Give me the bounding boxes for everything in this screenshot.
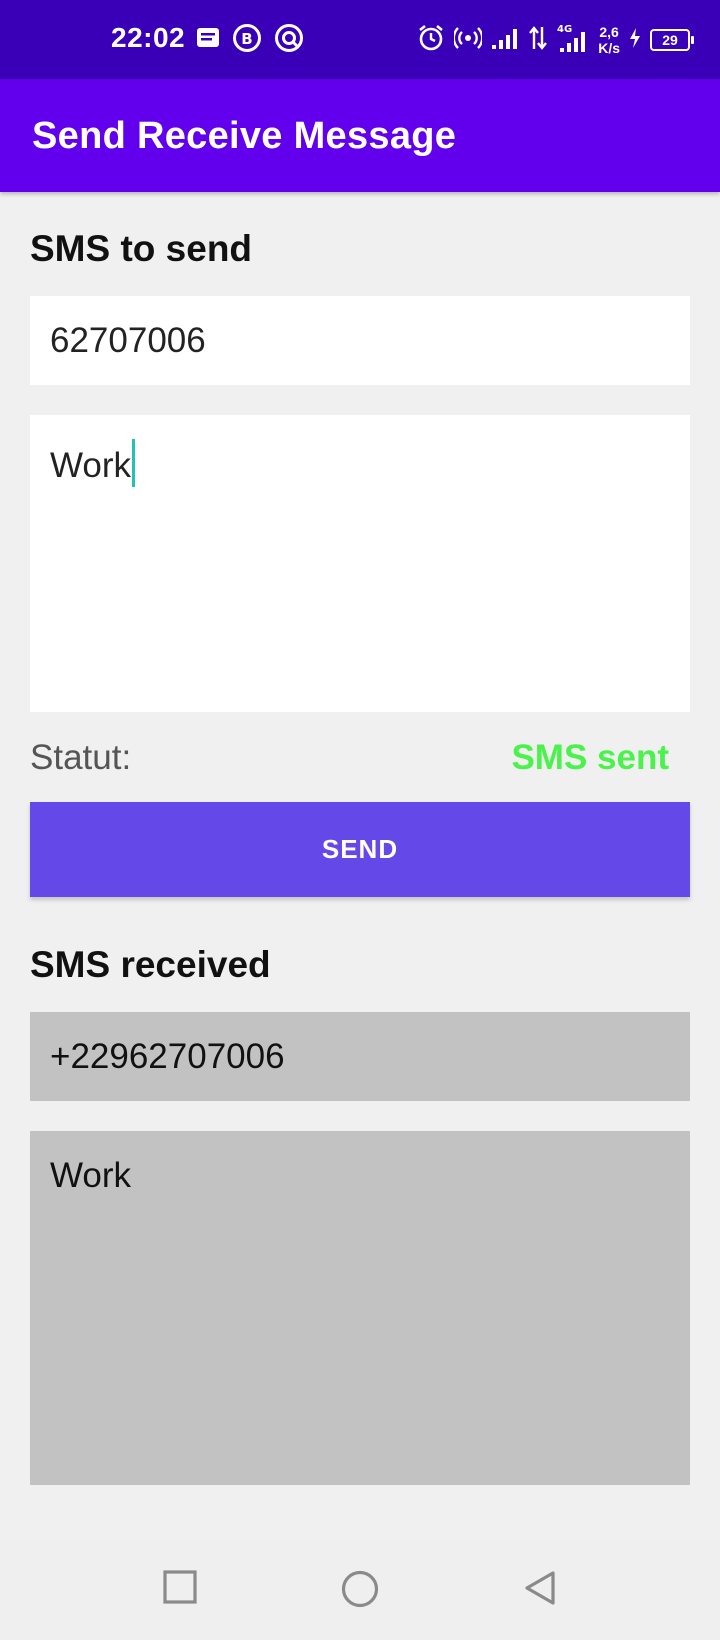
network-speed: 2,6 K/s bbox=[598, 24, 620, 56]
phone-number-value: 62707006 bbox=[50, 321, 206, 360]
alarm-icon bbox=[417, 24, 445, 57]
hotspot-icon bbox=[452, 26, 484, 55]
message-input[interactable]: Work bbox=[30, 415, 690, 712]
message-value: Work bbox=[50, 446, 132, 485]
recents-square-icon[interactable] bbox=[163, 1570, 197, 1609]
status-value: SMS sent bbox=[511, 738, 669, 777]
sync-circle-icon bbox=[274, 23, 304, 58]
text-cursor bbox=[132, 439, 136, 487]
navigation-bar bbox=[0, 1540, 720, 1640]
battery-indicator: 29 bbox=[650, 29, 694, 51]
home-circle-icon[interactable] bbox=[341, 1570, 379, 1613]
send-button[interactable]: SEND bbox=[30, 802, 690, 897]
data-arrows-icon bbox=[528, 25, 548, 56]
notification-icons: B bbox=[196, 23, 304, 58]
received-message-value: Work bbox=[50, 1156, 132, 1195]
phone-number-input[interactable]: 62707006 bbox=[30, 296, 690, 385]
send-section-title: SMS to send bbox=[30, 228, 253, 269]
back-triangle-icon[interactable] bbox=[523, 1570, 557, 1611]
app-title: Send Receive Message bbox=[32, 115, 457, 157]
network-speed-value: 2,6 bbox=[599, 24, 619, 40]
svg-text:B: B bbox=[241, 30, 252, 48]
message-notification-icon bbox=[196, 26, 220, 55]
network-speed-unit: K/s bbox=[598, 40, 620, 56]
charging-bolt-icon bbox=[629, 27, 641, 54]
system-icons: 4G 2,6 K/s 29 bbox=[417, 22, 694, 58]
b-circle-icon: B bbox=[232, 23, 262, 58]
received-section-title: SMS received bbox=[30, 944, 271, 985]
svg-text:4G: 4G bbox=[557, 24, 572, 35]
status-bar: 22:02 B 4G 2,6 K/s 29 bbox=[0, 0, 720, 79]
signal-icon bbox=[491, 26, 519, 55]
app-bar: Send Receive Message bbox=[0, 79, 720, 192]
signal-4g-icon: 4G bbox=[557, 23, 589, 58]
received-phone-value: +22962707006 bbox=[50, 1037, 285, 1076]
status-label: Statut: bbox=[30, 738, 132, 777]
received-message-field: Work bbox=[30, 1131, 690, 1485]
status-time: 22:02 bbox=[111, 22, 186, 53]
received-phone-field: +22962707006 bbox=[30, 1012, 690, 1101]
